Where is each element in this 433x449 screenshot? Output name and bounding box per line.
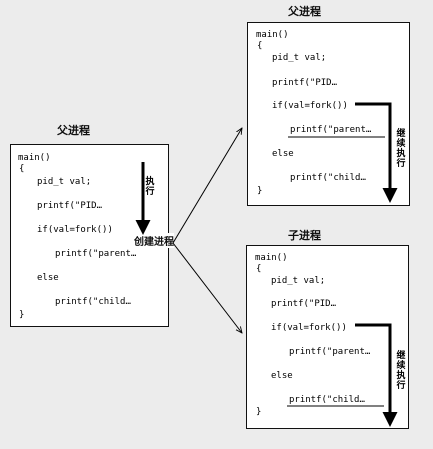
continue-arrow-parent (355, 102, 398, 203)
fork-diagram: 父进程 main() { pid_t val; printf("PID… if(… (0, 0, 433, 449)
fork-arrow-to-parent (172, 128, 242, 244)
continue-arrow-child (355, 323, 398, 427)
diagram-arrows (135, 102, 398, 427)
fork-arrow-to-child (172, 242, 242, 333)
